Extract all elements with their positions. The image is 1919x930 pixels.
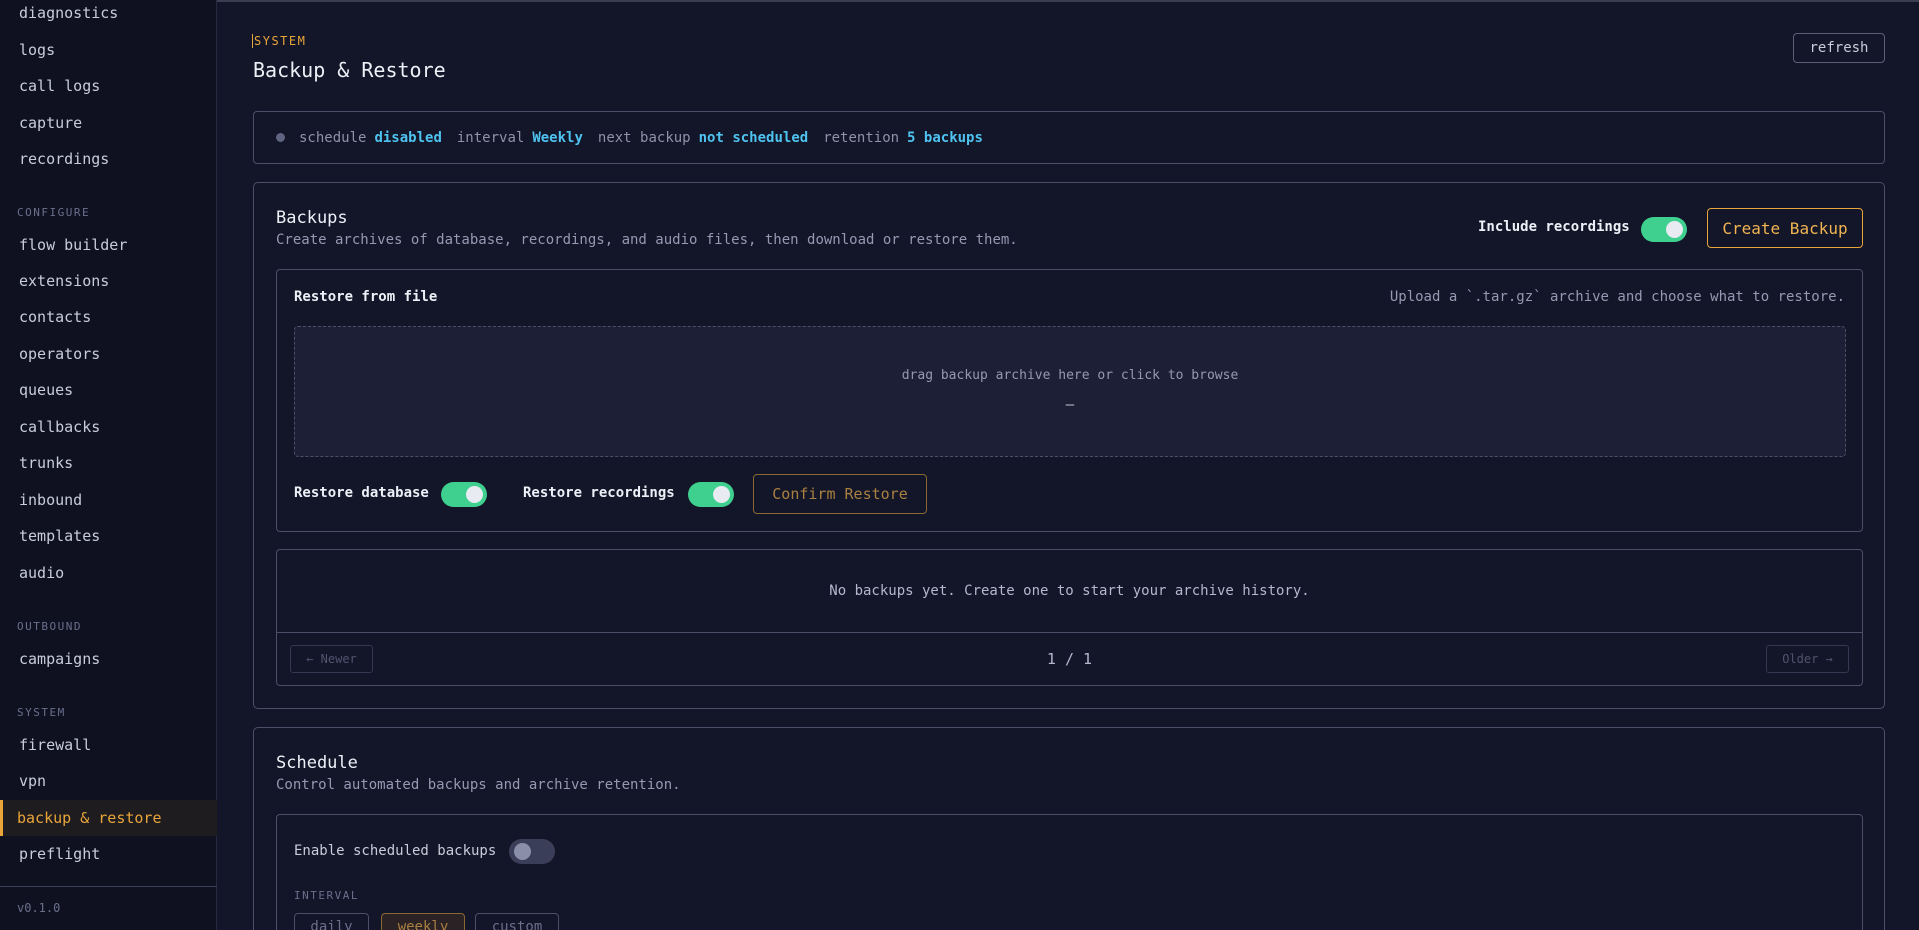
enable-schedule-label: Enable scheduled backups xyxy=(294,843,497,859)
sidebar-item-inbound[interactable]: inbound xyxy=(0,482,217,518)
sidebar-item-flow-builder[interactable]: flow builder xyxy=(0,227,217,263)
schedule-panel: Enable scheduled backups INTERVAL daily … xyxy=(276,814,1863,930)
restore-title: Restore from file xyxy=(294,289,438,305)
sidebar-item-contacts[interactable]: contacts xyxy=(0,299,217,335)
pager-divider xyxy=(277,632,1862,633)
enable-schedule-toggle[interactable] xyxy=(509,839,555,864)
older-button[interactable]: Older → xyxy=(1766,645,1849,673)
schedule-title: Schedule xyxy=(276,753,358,773)
toggle-knob xyxy=(514,843,531,860)
sidebar-item-call-logs[interactable]: call logs xyxy=(0,68,217,104)
sidebar-item-recordings[interactable]: recordings xyxy=(0,141,217,177)
dropzone-file-name: — xyxy=(1065,397,1075,413)
status-next-value: not scheduled xyxy=(698,129,809,146)
backups-subtitle: Create archives of database, recordings,… xyxy=(276,232,1018,248)
sidebar-item-audio[interactable]: audio xyxy=(0,555,217,591)
status-schedule-label: schedule xyxy=(299,129,367,146)
sidebar-item-diagnostics[interactable]: diagnostics xyxy=(0,0,217,31)
interval-option-custom[interactable]: custom xyxy=(475,913,559,930)
schedule-card: Schedule Control automated backups and a… xyxy=(253,727,1885,930)
status-next-label: next backup xyxy=(597,129,691,146)
sidebar-item-backup-restore[interactable]: backup & restore xyxy=(0,800,217,836)
create-backup-button[interactable]: Create Backup xyxy=(1707,208,1863,248)
page-eyebrow: SYSTEM xyxy=(252,34,307,48)
sidebar-section-system: SYSTEM xyxy=(17,706,66,719)
dropzone-text: drag backup archive here or click to bro… xyxy=(901,368,1239,383)
sidebar-item-trunks[interactable]: trunks xyxy=(0,445,217,481)
interval-heading: INTERVAL xyxy=(294,889,359,902)
sidebar-item-logs[interactable]: logs xyxy=(0,32,217,68)
interval-option-weekly[interactable]: weekly xyxy=(381,913,465,930)
sidebar-section-outbound: OUTBOUND xyxy=(17,620,82,633)
sidebar-item-capture[interactable]: capture xyxy=(0,105,217,141)
backups-title: Backups xyxy=(276,208,348,228)
sidebar-item-operators[interactable]: operators xyxy=(0,336,217,372)
schedule-subtitle: Control automated backups and archive re… xyxy=(276,777,681,793)
sidebar-item-queues[interactable]: queues xyxy=(0,372,217,408)
sidebar-item-campaigns[interactable]: campaigns xyxy=(0,641,217,677)
status-dot-icon xyxy=(276,133,285,142)
backups-list: No backups yet. Create one to start your… xyxy=(276,549,1863,686)
restore-dropzone[interactable]: drag backup archive here or click to bro… xyxy=(294,326,1846,457)
status-retention-value: 5 backups xyxy=(907,129,983,146)
refresh-button[interactable]: refresh xyxy=(1793,33,1885,63)
include-recordings-toggle[interactable] xyxy=(1641,217,1687,242)
status-retention-label: retention xyxy=(823,129,900,146)
page-indicator: 1 / 1 xyxy=(1046,650,1093,668)
restore-panel: Restore from file Upload a `.tar.gz` arc… xyxy=(276,269,1863,532)
restore-hint: Upload a `.tar.gz` archive and choose wh… xyxy=(1389,289,1845,305)
interval-option-daily[interactable]: daily xyxy=(294,913,369,930)
window-top-border xyxy=(0,0,1919,2)
sidebar-item-callbacks[interactable]: callbacks xyxy=(0,409,217,445)
schedule-status-bar: schedule disabled interval Weekly next b… xyxy=(253,111,1885,164)
sidebar-item-preflight[interactable]: preflight xyxy=(0,836,217,872)
sidebar-item-extensions[interactable]: extensions xyxy=(0,263,217,299)
confirm-restore-button[interactable]: Confirm Restore xyxy=(753,474,927,514)
restore-recordings-toggle[interactable] xyxy=(688,482,734,507)
restore-recordings-label: Restore recordings xyxy=(523,485,675,501)
backups-card: Backups Create archives of database, rec… xyxy=(253,182,1885,709)
restore-database-label: Restore database xyxy=(294,485,429,501)
status-interval-label: interval xyxy=(456,129,525,146)
sidebar-divider xyxy=(0,886,217,887)
sidebar-item-firewall[interactable]: firewall xyxy=(0,727,217,763)
toggle-knob xyxy=(1666,221,1683,238)
sidebar: diagnostics logs call logs capture recor… xyxy=(0,0,217,930)
sidebar-item-templates[interactable]: templates xyxy=(0,518,217,554)
app-version: v0.1.0 xyxy=(17,901,61,915)
toggle-knob xyxy=(713,486,730,503)
page-title: Backup & Restore xyxy=(253,58,446,82)
include-recordings-label: Include recordings xyxy=(1478,219,1630,235)
sidebar-section-configure: CONFIGURE xyxy=(17,206,91,219)
status-interval-value: Weekly xyxy=(532,129,583,146)
restore-database-toggle[interactable] xyxy=(441,482,487,507)
status-schedule-value: disabled xyxy=(374,129,442,146)
toggle-knob xyxy=(466,486,483,503)
sidebar-item-vpn[interactable]: vpn xyxy=(0,763,217,799)
backups-empty-message: No backups yet. Create one to start your… xyxy=(829,583,1310,599)
